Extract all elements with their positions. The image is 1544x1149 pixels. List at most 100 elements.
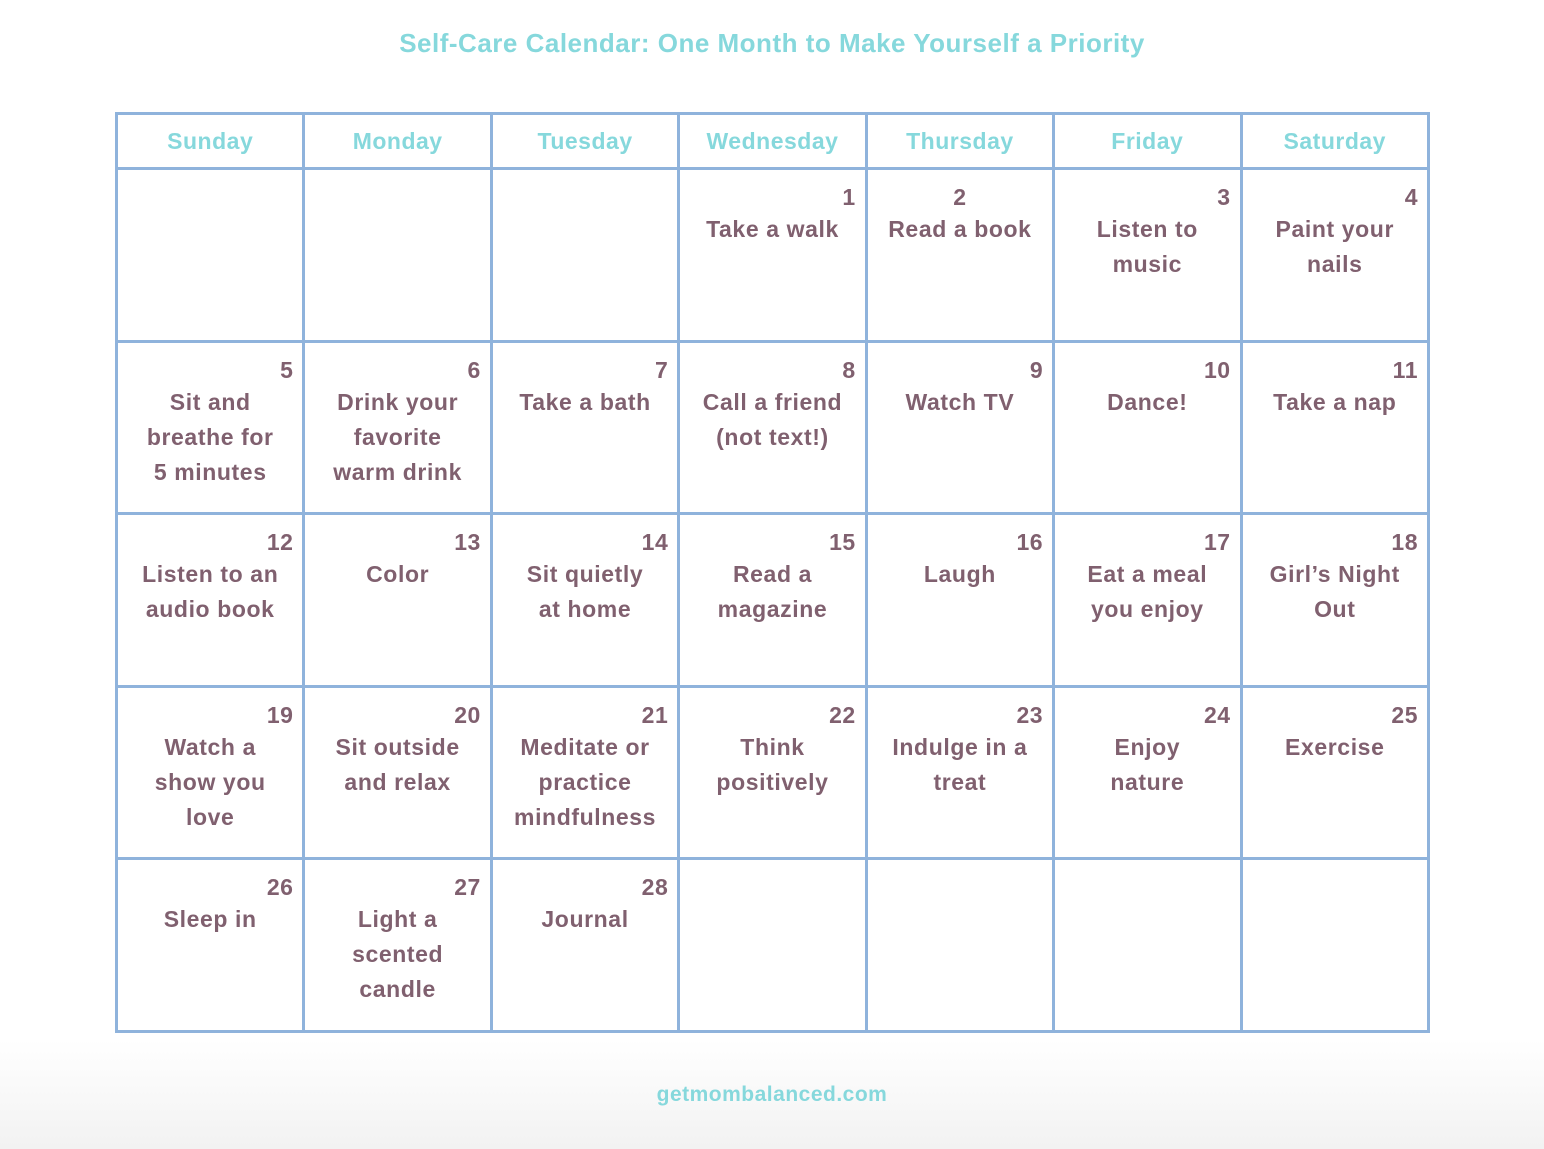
day-activity: Listen to music — [1096, 216, 1198, 277]
day-number: 10 — [1203, 356, 1231, 383]
day-activity: Read a book — [888, 216, 1032, 242]
day-activity: Indulge in a treat — [892, 733, 1028, 795]
day-cell: 1 Take a walk — [677, 167, 868, 343]
day-activity: Journal — [541, 906, 629, 933]
day-number: 12 — [266, 529, 294, 556]
day-cell: 21 Meditate or practice mindfulness — [489, 684, 681, 861]
day-cell: 10 Dance! — [1052, 339, 1243, 516]
day-number: 4 — [1404, 184, 1418, 210]
weekday-tuesday: Tuesday — [489, 112, 681, 170]
day-cell: 8 Call a friend (not text!) — [677, 339, 868, 516]
day-number — [305, 170, 489, 182]
day-cell: 13 Color — [302, 512, 493, 688]
day-number — [868, 860, 1052, 872]
day-activity: Watch TV — [905, 388, 1015, 415]
day-cell: 20 Sit outside and relax — [302, 684, 493, 861]
day-cell: 16 Laugh — [864, 512, 1056, 688]
day-number: 7 — [654, 356, 669, 383]
day-number: 11 — [1392, 356, 1418, 383]
day-cell: 25 Exercise — [1239, 684, 1431, 861]
day-cell: 28 Journal — [489, 857, 681, 1033]
week-row: 12 Listen to an audio book 13 Color 14 Sit qu… — [114, 512, 1431, 688]
day-number: 5 — [280, 356, 294, 383]
day-cell: 22 Think positively — [677, 684, 868, 861]
weekday-saturday: Saturday — [1239, 112, 1431, 170]
day-activity: Enjoy nature — [1110, 733, 1185, 795]
day-number: 23 — [1016, 701, 1044, 728]
day-cell: 6 Drink your favorite warm drink — [302, 339, 493, 516]
day-activity: Take a nap — [1273, 388, 1397, 415]
day-activity: Think positively — [716, 733, 829, 795]
website-footer: getmombalanced.com — [656, 1083, 888, 1106]
day-cell: 24 Enjoy nature — [1052, 684, 1243, 861]
day-activity: Paint your nails — [1275, 216, 1394, 277]
week-row: 19 Watch a show you love 20 Sit outside and… — [114, 684, 1431, 861]
day-number: 2 — [953, 184, 967, 210]
day-cell: 5 Sit and breathe for 5 minutes — [114, 339, 306, 516]
day-number: 13 — [454, 529, 481, 556]
empty-day-cell — [1239, 857, 1431, 1033]
day-cell: 26 Sleep in — [114, 857, 306, 1033]
day-cell: 23 Indulge in a treat — [864, 684, 1056, 861]
empty-day-cell — [864, 857, 1056, 1033]
day-number: 16 — [1016, 529, 1044, 556]
day-activity: Light a scented candle — [352, 906, 444, 1003]
empty-day-cell — [677, 857, 868, 1033]
day-number: 18 — [1391, 529, 1418, 556]
day-number: 19 — [266, 701, 294, 728]
weekday-monday: Monday — [302, 112, 493, 170]
day-activity: Read a magazine — [717, 561, 828, 623]
calendar-grid: Sunday Monday Tuesday Wednesday Thursday… — [114, 112, 1431, 1033]
day-cell: 14 Sit quietly at home — [489, 512, 681, 688]
day-activity: Meditate or practice mindfulness — [514, 733, 657, 830]
weekday-header-row: Sunday Monday Tuesday Wednesday Thursday… — [114, 112, 1431, 170]
day-cell: 7 Take a bath — [489, 339, 681, 516]
day-number: 25 — [1391, 701, 1418, 728]
day-activity: Sit quietly at home — [526, 561, 644, 623]
day-activity: Dance! — [1107, 388, 1188, 415]
week-row: 26 Sleep in 27 Light a scented candle 28 Jour… — [114, 857, 1431, 1033]
day-activity: Listen to an audio book — [142, 561, 279, 623]
calendar-title: Self-Care Calendar: One Month to Make Yo… — [399, 28, 1145, 58]
day-activity: Girl’s Night Out — [1269, 561, 1400, 623]
day-cell: 3 Listen to music — [1052, 167, 1243, 343]
empty-day-cell — [1052, 857, 1243, 1033]
day-activity: Drink your favorite warm drink — [333, 388, 462, 485]
day-activity: Call a friend (not text!) — [702, 388, 843, 450]
day-activity: Sit and breathe for 5 minutes — [146, 388, 274, 485]
day-number: 3 — [1217, 184, 1231, 210]
day-cell: 12 Listen to an audio book — [114, 512, 306, 688]
day-cell: 11 Take a nap — [1239, 339, 1431, 516]
day-number: 14 — [641, 529, 669, 556]
day-activity: Exercise — [1285, 733, 1385, 760]
empty-day-cell — [114, 167, 306, 343]
day-number: 22 — [829, 701, 856, 728]
day-activity: Sit outside and relax — [335, 733, 460, 795]
week-row: 1 Take a walk 2 Read a book 3 Listen to music… — [114, 167, 1431, 343]
day-cell: 15 Read a magazine — [677, 512, 868, 688]
day-cell: 17 Eat a meal you enjoy — [1052, 512, 1243, 688]
day-number: 28 — [641, 874, 669, 901]
day-activity: Watch a show you love — [154, 733, 266, 830]
day-number — [493, 170, 677, 182]
weekday-sunday: Sunday — [114, 112, 306, 170]
day-cell: 4 Paint your nails — [1239, 167, 1431, 343]
day-cell: 18 Girl’s Night Out — [1239, 512, 1431, 688]
day-number: 20 — [454, 701, 481, 728]
day-activity: Sleep in — [163, 906, 257, 933]
day-number: 17 — [1203, 529, 1231, 556]
day-cell: 27 Light a scented candle — [302, 857, 493, 1033]
day-activity: Laugh — [923, 561, 996, 588]
day-activity: Take a bath — [519, 388, 651, 415]
weekday-thursday: Thursday — [864, 112, 1056, 170]
day-number — [1243, 860, 1427, 872]
empty-day-cell — [489, 167, 681, 343]
day-number — [1055, 860, 1239, 872]
day-activity: Color — [366, 561, 430, 588]
day-cell: 2 Read a book — [864, 167, 1056, 343]
day-number: 6 — [467, 356, 481, 383]
day-number: 26 — [266, 874, 294, 901]
weekday-friday: Friday — [1052, 112, 1243, 170]
day-number: 1 — [842, 184, 856, 210]
day-number — [118, 170, 302, 182]
